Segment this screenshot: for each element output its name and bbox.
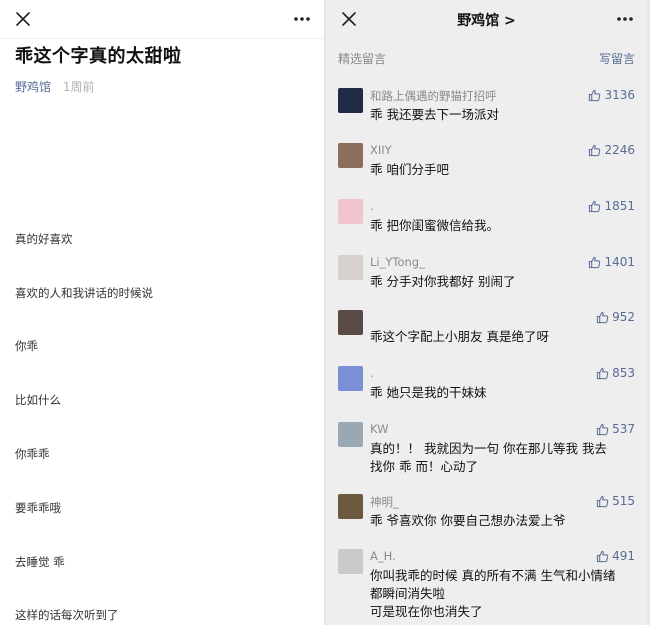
comment-nickname: XIIY <box>370 143 392 157</box>
article-line: 你乖 <box>15 339 38 353</box>
author-link[interactable]: 野鸡馆 <box>15 80 51 94</box>
like-button[interactable]: 1401 <box>588 255 635 269</box>
comment-text: 乖这个字配上小朋友 真是绝了呀 <box>370 329 549 344</box>
section-label: 精选留言 <box>338 52 387 66</box>
avatar[interactable] <box>338 549 363 574</box>
article-line: 要乖乖哦 <box>15 501 61 515</box>
like-count: 515 <box>612 494 635 508</box>
like-button[interactable]: 2246 <box>588 143 635 157</box>
article-line: 比如什么 <box>15 393 61 407</box>
comment-text: 乖 爷喜欢你 你要自己想办法爱上爷 <box>370 513 566 528</box>
comment-text: 乖 把你闺蜜微信给我。 <box>370 218 499 233</box>
comment-nickname: 神明_ <box>370 495 399 509</box>
article-line: 去睡觉 乖 <box>15 555 65 569</box>
comments-panel: 野鸡馆 > 精选留言 写留言 和路上偶遇的野猫打招呼乖 我还要去下一场派对 313… <box>326 0 647 625</box>
like-button[interactable]: 952 <box>596 310 635 324</box>
comment-text: 你叫我乖的时候 真的所有不满 生气和小情绪都瞬间消失啦 可是现在你也消失了 <box>370 568 616 619</box>
avatar[interactable] <box>338 199 363 224</box>
more-icon[interactable] <box>615 10 635 28</box>
publish-time: 1周前 <box>62 80 95 94</box>
comment-text: 乖 她只是我的干妹妹 <box>370 385 487 400</box>
thumbs-up-icon <box>596 550 609 562</box>
like-button[interactable]: 853 <box>596 366 635 380</box>
avatar[interactable] <box>338 310 363 335</box>
avatar[interactable] <box>338 366 363 391</box>
article-line: 喜欢的人和我讲话的时候说 <box>15 286 153 300</box>
like-count: 1401 <box>604 255 635 269</box>
comment-nickname: 和路上偶遇的野猫打招呼 <box>370 89 497 103</box>
like-count: 491 <box>612 549 635 563</box>
comment-nickname: A_H. <box>370 549 396 563</box>
thumbs-up-icon <box>596 423 609 435</box>
thumbs-up-icon <box>589 89 601 101</box>
article-line: 真的好喜欢 <box>15 232 73 246</box>
like-count: 853 <box>612 366 635 380</box>
comment-text: 乖 咱们分手吧 <box>370 162 449 177</box>
article-line: 你乖乖 <box>15 447 50 461</box>
comments-topbar: 野鸡馆 > <box>326 0 647 38</box>
avatar[interactable] <box>338 143 363 168</box>
comment-text: 乖 我还要去下一场派对 <box>370 107 499 122</box>
like-count: 3136 <box>604 88 635 102</box>
comments-header: 精选留言 写留言 <box>338 50 635 66</box>
like-button[interactable]: 537 <box>596 422 635 436</box>
comment-nickname: Li_YTong_ <box>370 255 425 269</box>
thumbs-up-icon <box>589 256 601 268</box>
article-line: 这样的话每次听到了 <box>15 608 119 622</box>
like-button[interactable]: 515 <box>596 494 635 508</box>
write-comment-button[interactable]: 写留言 <box>599 50 635 67</box>
article-panel: 乖这个字真的太甜啦 野鸡馆 1周前 真的好喜欢 喜欢的人和我讲话的时候说 你乖 … <box>0 0 325 625</box>
like-count: 537 <box>612 422 635 436</box>
like-count: 952 <box>612 310 635 324</box>
comment-nickname: KW <box>370 422 389 436</box>
avatar[interactable] <box>338 88 363 113</box>
comment-nickname: . <box>370 366 374 380</box>
account-title-link[interactable]: 野鸡馆 > <box>326 10 647 30</box>
like-count: 1851 <box>604 199 635 213</box>
like-button[interactable]: 1851 <box>588 199 635 213</box>
thumbs-up-icon <box>589 200 601 212</box>
close-icon[interactable] <box>14 10 32 28</box>
thumbs-up-icon <box>596 311 609 323</box>
avatar[interactable] <box>338 422 363 447</box>
article-meta: 野鸡馆 1周前 <box>15 78 94 95</box>
article-topbar <box>0 0 324 39</box>
screenshot-frame: 乖这个字真的太甜啦 野鸡馆 1周前 真的好喜欢 喜欢的人和我讲话的时候说 你乖 … <box>0 0 650 625</box>
more-icon[interactable] <box>292 10 312 28</box>
like-button[interactable]: 3136 <box>588 88 635 102</box>
thumbs-up-icon <box>596 367 609 379</box>
article-title: 乖这个字真的太甜啦 <box>15 46 182 67</box>
avatar[interactable] <box>338 494 363 519</box>
comment-text: 真的！！ 我就因为一句 你在那儿等我 我去找你 乖 而！心动了 <box>370 441 607 474</box>
like-button[interactable]: 491 <box>596 549 635 563</box>
comment-nickname: . <box>370 199 374 213</box>
thumbs-up-icon <box>596 495 609 507</box>
avatar[interactable] <box>338 255 363 280</box>
comment-text: 乖 分手对你我都好 别闹了 <box>370 274 516 289</box>
thumbs-up-icon <box>589 144 601 156</box>
like-count: 2246 <box>604 143 635 157</box>
